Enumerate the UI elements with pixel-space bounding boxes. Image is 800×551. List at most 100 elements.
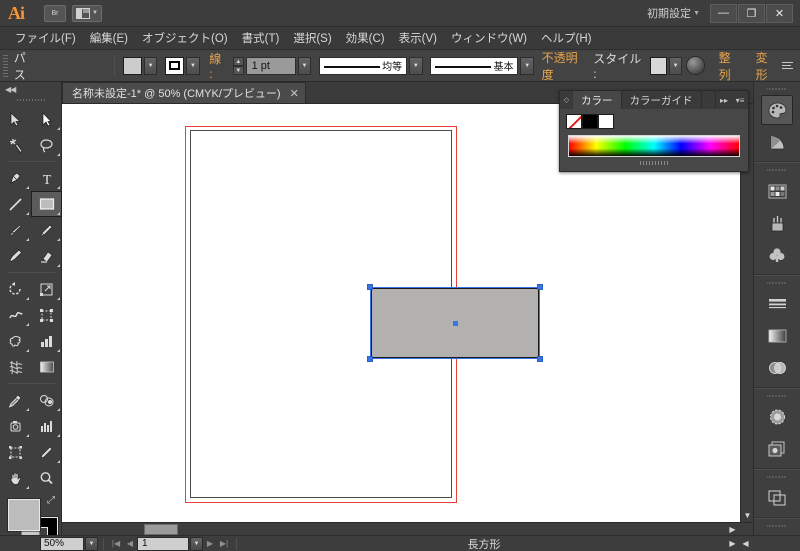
brush-definition-field[interactable]: 基本 (430, 56, 519, 75)
black-swatch[interactable] (582, 114, 598, 129)
last-artboard-button[interactable]: ▶| (217, 537, 231, 551)
next-artboard-button[interactable]: ▶ (203, 537, 217, 551)
stroke-color-swatch[interactable] (164, 56, 185, 75)
selection-tool[interactable] (0, 106, 31, 132)
panel-expand-icon[interactable]: ▸▸ (716, 91, 732, 109)
line-segment-tool[interactable] (0, 191, 31, 217)
gradient-tool[interactable] (31, 354, 62, 380)
stroke-panel-icon[interactable] (761, 289, 793, 319)
color-spectrum-ramp[interactable] (568, 135, 740, 157)
style-chevron-down-icon[interactable]: ▼ (668, 56, 683, 75)
dock-group-grip[interactable] (767, 165, 787, 174)
width-tool[interactable] (0, 302, 31, 328)
document-tab[interactable]: 名称未設定-1* @ 50% (CMYK/プレビュー) ✕ (62, 82, 306, 103)
opacity-label[interactable]: 不透明度 (542, 49, 588, 83)
eyedropper-tool[interactable] (0, 387, 31, 413)
fill-color-swatch[interactable] (122, 56, 142, 75)
pencil-tool[interactable] (31, 217, 62, 243)
dock-group-grip[interactable] (767, 84, 787, 93)
menu-effect[interactable]: 効果(C) (339, 27, 392, 49)
menu-view[interactable]: 表示(V) (392, 27, 444, 49)
brushes-panel-icon[interactable] (761, 208, 793, 238)
handle-top-left[interactable] (367, 284, 373, 290)
bridge-icon[interactable]: Br (44, 4, 66, 22)
transform-button[interactable]: 変形 (756, 49, 779, 83)
align-button[interactable]: 整列 (719, 49, 742, 83)
dock-group-grip[interactable] (767, 391, 787, 400)
stroke-profile-chevron-down-icon[interactable]: ▼ (409, 56, 423, 75)
stroke-weight-stepper[interactable]: ▲ ▼ (233, 56, 244, 75)
mesh-tool[interactable] (0, 354, 31, 380)
horizontal-scrollbar[interactable]: ▶ (62, 522, 753, 535)
scale-tool[interactable] (31, 276, 62, 302)
none-swatch[interactable] (566, 114, 582, 129)
type-tool[interactable]: T (31, 165, 62, 191)
first-artboard-button[interactable]: |◀ (109, 537, 123, 551)
free-transform-tool[interactable] (31, 302, 62, 328)
workspace-chevron-down-icon[interactable]: ▼ (693, 10, 700, 17)
perspective-grid-tool[interactable] (0, 413, 31, 439)
panel-collapse-icon[interactable]: ◇ (560, 91, 573, 109)
arrange-documents-icon[interactable]: ▼ (72, 4, 102, 22)
pathfinder-panel-icon[interactable] (761, 483, 793, 513)
blob-brush-tool[interactable] (0, 243, 31, 269)
close-icon[interactable]: ✕ (290, 87, 299, 100)
lasso-tool[interactable] (31, 132, 62, 158)
menu-object[interactable]: オブジェクト(O) (135, 27, 235, 49)
pen-tool[interactable] (0, 165, 31, 191)
gradient-panel-icon[interactable] (761, 321, 793, 351)
zoom-level-field[interactable]: 50% (40, 536, 84, 551)
graphic-style-swatch[interactable] (649, 56, 667, 75)
white-swatch[interactable] (598, 114, 614, 129)
handle-bottom-right[interactable] (537, 356, 543, 362)
appearance-panel-icon[interactable] (761, 402, 793, 432)
selection-bounding-box[interactable] (367, 284, 543, 362)
recolor-artwork-icon[interactable] (686, 56, 705, 75)
minimize-button[interactable]: — (710, 3, 737, 23)
status-collapse-icon[interactable]: ◀ (739, 537, 752, 550)
color-panel-resize-grip[interactable] (640, 161, 668, 165)
dock-group-grip[interactable] (767, 521, 787, 530)
stroke-weight-field[interactable]: 1 pt (245, 56, 296, 75)
stroke-chevron-down-icon[interactable]: ▼ (186, 56, 200, 75)
eraser-tool[interactable] (31, 243, 62, 269)
dock-group-grip[interactable] (767, 472, 787, 481)
zoom-tool[interactable] (31, 465, 62, 491)
direct-selection-tool[interactable] (31, 106, 62, 132)
graphic-styles-panel-icon[interactable] (761, 434, 793, 464)
status-text[interactable]: 長方形 (242, 536, 726, 551)
dock-group-grip[interactable] (767, 278, 787, 287)
artboard-chevron-down-icon[interactable]: ▼ (190, 536, 203, 551)
magic-wand-tool[interactable] (0, 132, 31, 158)
menu-select[interactable]: 選択(S) (286, 27, 338, 49)
fill-chevron-down-icon[interactable]: ▼ (143, 56, 158, 75)
fill-indicator[interactable] (8, 499, 40, 531)
blend-tool[interactable] (31, 387, 62, 413)
menu-window[interactable]: ウィンドウ(W) (444, 27, 534, 49)
maximize-button[interactable]: ❐ (738, 3, 765, 23)
tools-panel-grip[interactable] (16, 96, 45, 104)
paintbrush-tool[interactable] (0, 217, 31, 243)
swatches-panel-icon[interactable] (761, 176, 793, 206)
color-panel-icon[interactable] (761, 95, 793, 125)
tools-collapse-icon[interactable]: ◀◀ (0, 82, 61, 96)
tab-color-guide[interactable]: カラーガイド (622, 91, 702, 109)
panel-menu-icon[interactable]: ▾≡ (732, 91, 748, 109)
workspace-switcher[interactable]: 初期設定 (647, 5, 691, 21)
control-bar-menu-icon[interactable] (779, 60, 793, 72)
menu-type[interactable]: 書式(T) (235, 27, 287, 49)
zoom-chevron-down-icon[interactable]: ▼ (85, 536, 98, 551)
menu-edit[interactable]: 編集(E) (83, 27, 135, 49)
artboard[interactable] (190, 130, 543, 498)
color-guide-panel-icon[interactable] (761, 127, 793, 157)
stroke-profile-field[interactable]: 均等 (318, 56, 408, 75)
handle-top-right[interactable] (537, 284, 543, 290)
horizontal-scrollbar-thumb[interactable] (144, 524, 178, 535)
status-expand-icon[interactable]: ▶ (726, 537, 739, 550)
stroke-weight-label[interactable]: 線 : (209, 50, 227, 81)
graph-tool[interactable] (31, 413, 62, 439)
slice-tool[interactable] (31, 439, 62, 465)
control-bar-grip[interactable] (3, 54, 8, 77)
stroke-weight-chevron-down-icon[interactable]: ▼ (297, 56, 312, 75)
previous-artboard-button[interactable]: ◀ (123, 537, 137, 551)
